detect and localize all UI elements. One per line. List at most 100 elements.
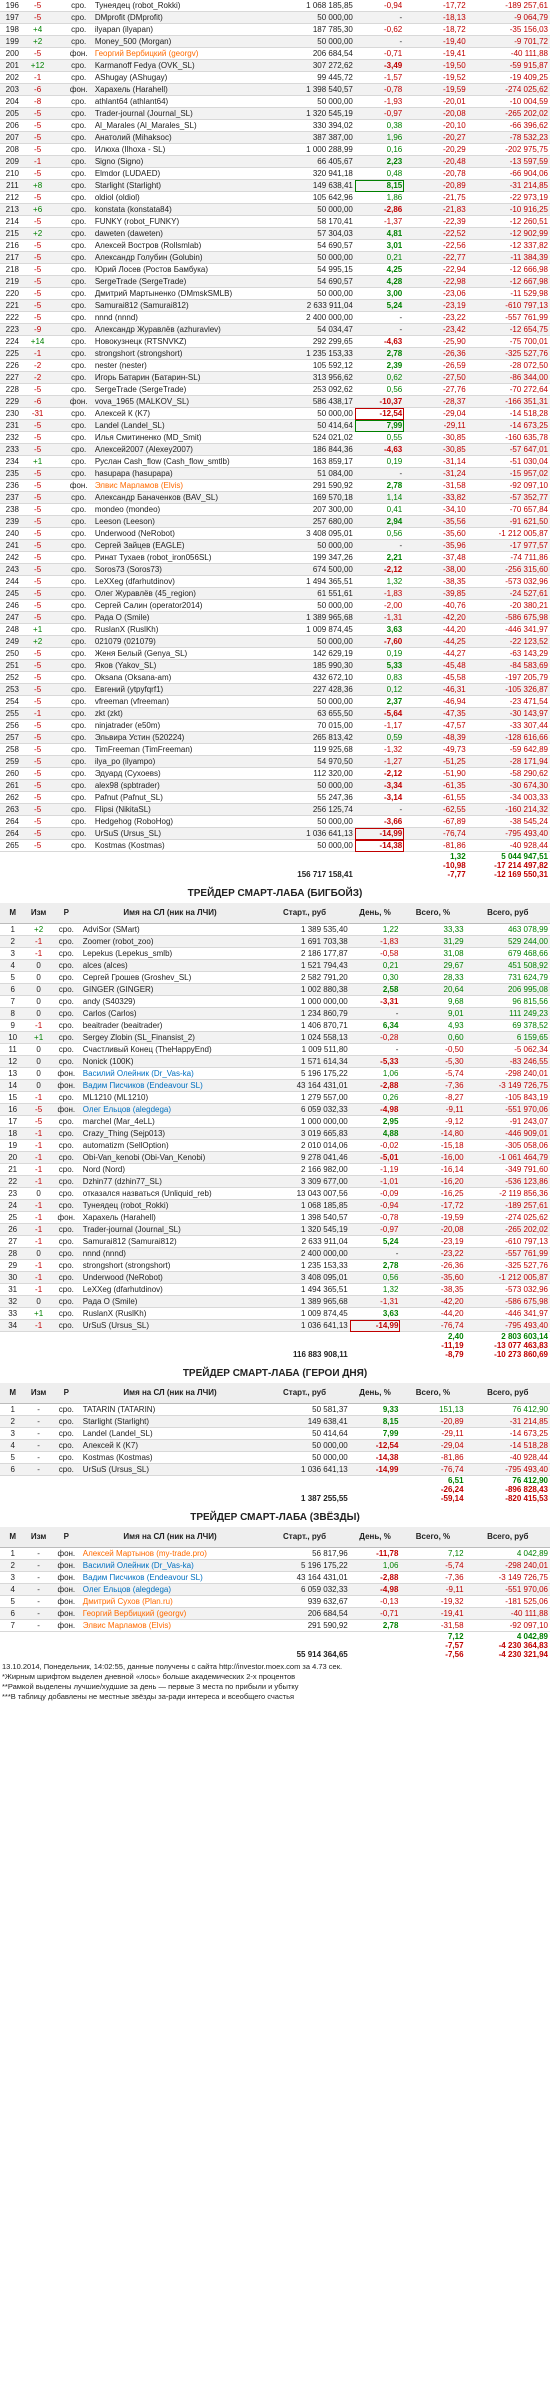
start-capital-cell: 43 164 431,01 [259,1079,350,1092]
change-cell: -5 [24,299,51,312]
total-rub-cell: -35 156,03 [467,23,550,36]
trader-name-cell: RuslanX (RuslKh) [92,623,267,636]
change-cell: -5 [24,239,51,252]
total-rub-cell: -34 003,33 [467,791,550,804]
start-capital-cell: 119 925,68 [266,743,355,756]
trader-name-cell: Дмитрий Мартыненко (DMmskSMLB) [92,287,267,300]
spacer-cell [0,870,25,879]
table-row: 1- сро. TATARIN (TATARIN) 50 581,37 9,33 151,… [0,1403,550,1416]
trader-name-cell: Kostmas (Kostmas) [80,1451,260,1464]
start-capital-cell: 105 592,12 [266,359,355,372]
rank-cell: 225 [0,347,25,360]
change-cell: -5 [24,491,51,504]
total-rub-cell: -70 272,64 [467,383,550,396]
rank-cell: 5 [0,1595,26,1608]
start-capital-cell: 265 813,42 [266,731,355,744]
day-percent-cell: 0,83 [354,671,405,684]
total-percent-cell: -46,31 [404,683,468,696]
totals-start-cell: 156 717 158,41 [297,870,353,879]
day-percent-cell: -0,97 [354,107,405,120]
start-capital-cell: 70 015,00 [266,719,355,732]
rank-cell: 34 [0,1319,26,1332]
total-percent-cell: -35,60 [400,1271,466,1284]
total-rub-cell: -586 675,98 [467,611,550,624]
total-rub-cell: -19 409,25 [467,71,550,84]
column-header: Изм [25,903,52,924]
change-cell: -1 [25,1319,52,1332]
trader-name-cell: UrSuS (Ursus_SL) [92,827,267,840]
table-row: 233 -5 сро. Алексей2007 (Alexey2007) 186 844… [0,443,550,456]
total-rub-cell: -24 527,61 [467,587,550,600]
total-percent-cell: -62,55 [404,803,468,816]
day-percent-cell: -0,71 [354,47,405,60]
change-cell: - [25,1583,52,1596]
total-percent-cell: -19,50 [404,59,468,72]
total-rub-cell: -59 642,89 [467,743,550,756]
total-rub-cell: -181 525,06 [465,1595,550,1608]
total-percent-cell: -14,80 [400,1127,466,1140]
trader-name-cell: Pafnut (Pafnut_SL) [92,791,267,804]
type-cell: сро. [64,695,93,708]
day-percent-cell: 2,78 [349,1259,401,1272]
totals-day-cell [355,852,404,862]
type-cell: сро. [64,95,93,108]
trader-name-cell: Underwood (NeRobot) [92,527,267,540]
spacer-cell [50,839,65,852]
totals-day-cell [350,1641,401,1650]
table-row: 239 -5 сро. Leeson (Leeson) 257 680,00 2,94 -3… [0,515,550,528]
table-row: 240 -5 сро. Underwood (NeRobot) 3 408 095,01… [0,527,550,540]
change-cell: -31 [24,407,51,420]
start-capital-cell: 1 000 000,00 [259,995,350,1008]
change-cell: - [25,1607,52,1620]
change-cell: -6 [24,83,51,96]
day-percent-cell: - [354,539,405,552]
day-percent-cell: -3,34 [354,779,405,792]
table-row: 210 -5 сро. Elmdor (LUDAED) 320 941,18 0,48 -2… [0,167,550,180]
totals-row: 1 387 255,55 -59,14 -820 415,53 [0,1494,550,1503]
spacer-cell [50,0,65,12]
spacer-cell [0,852,25,862]
type-cell: фон. [51,1211,81,1224]
total-percent-cell: -20,89 [404,179,468,192]
table-row: 19 -1 сро. automatizm (SellOption) 2 010 014… [0,1139,550,1152]
start-capital-cell: 2 400 000,00 [266,311,355,324]
table-row: 223 -9 сро. Александр Журавлёв (azhuravlev)… [0,323,550,336]
total-rub-cell: -325 527,76 [467,347,550,360]
total-percent-cell: -19,41 [400,1607,466,1620]
trader-name-cell: Karmanoff Fedya (OVK_SL) [92,59,267,72]
rank-cell: 243 [0,563,25,576]
heroes-table: М Изм Р Имя на СЛ (ник на ЛЧИ) Старт., руб Де… [0,1383,550,1503]
type-cell: сро. [64,71,93,84]
total-percent-cell: -20,29 [404,143,468,156]
total-rub-cell: -92 097,10 [467,479,550,492]
day-percent-cell: 4,81 [354,227,405,240]
type-cell: сро. [51,971,81,984]
trader-name-cell: Starlight (Starlight) [92,179,267,192]
start-capital-cell: 6 059 032,33 [259,1583,350,1596]
rank-cell: 24 [0,1199,26,1212]
type-cell: сро. [64,791,93,804]
rank-cell: 6 [0,1463,26,1476]
day-percent-cell: -0,28 [349,1031,401,1044]
day-percent-cell: 7,99 [349,1427,401,1440]
change-cell: -5 [25,1103,52,1116]
spacer-cell [81,1650,260,1659]
total-percent-cell: 7,12 [400,1547,466,1560]
total-percent-cell: -21,75 [404,191,468,204]
rank-cell: 26 [0,1223,26,1236]
totals-day-cell [350,1650,401,1659]
spacer-cell [93,861,267,870]
trader-name-cell: Kostmas (Kostmas) [92,839,267,852]
type-cell: фон. [51,1607,81,1620]
day-percent-cell: -1,01 [349,1175,401,1188]
change-cell: - [25,1463,52,1476]
total-rub-cell: -189 257,61 [467,0,550,12]
trader-name-cell: daweten (daweten) [92,227,267,240]
spacer-cell [50,467,65,480]
total-rub-cell: -274 025,62 [467,83,550,96]
type-cell: сро. [64,671,93,684]
spacer-cell [50,815,65,828]
trader-name-cell: SergeTrade (SergeTrade) [92,275,267,288]
change-cell: -1 [24,71,51,84]
start-capital-cell: 50 000,00 [266,815,355,828]
